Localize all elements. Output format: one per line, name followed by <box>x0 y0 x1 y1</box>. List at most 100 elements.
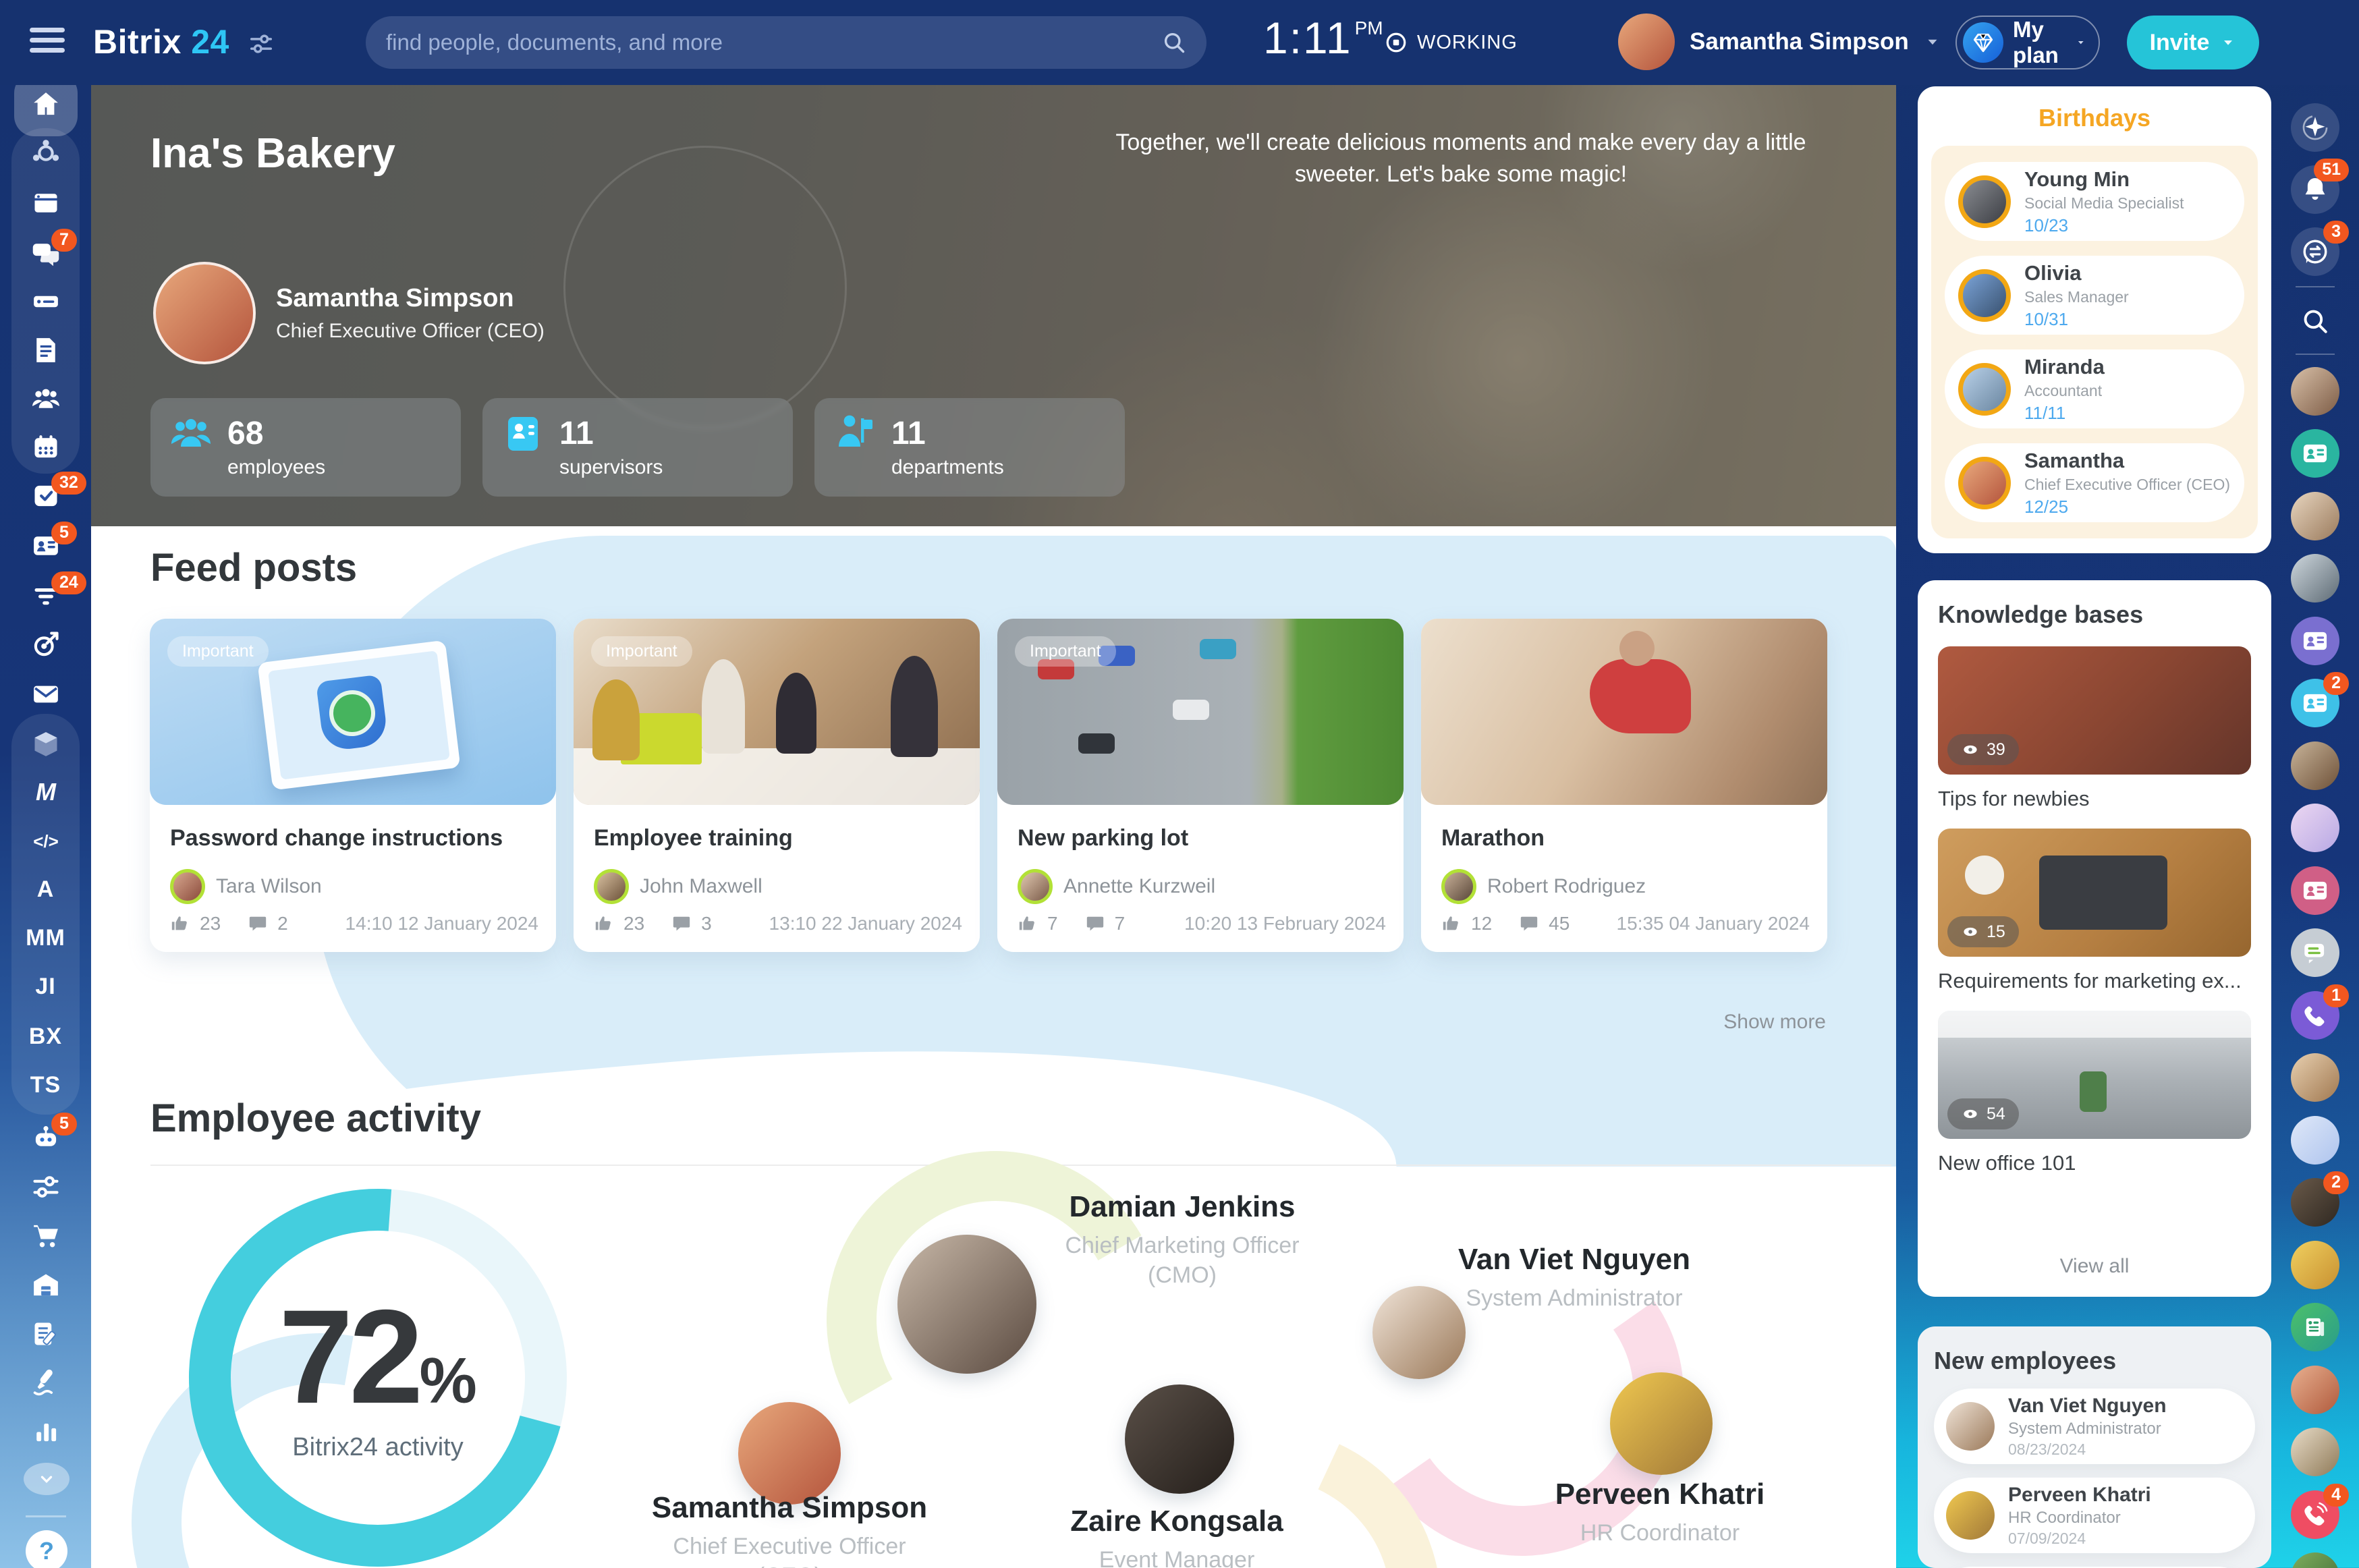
sidebar-item-drive[interactable] <box>31 287 61 316</box>
clock[interactable]: 1:11PM <box>1263 12 1383 63</box>
like-icon[interactable] <box>1018 914 1038 934</box>
sidebar-item-marketing-target[interactable] <box>31 629 61 659</box>
activity-person: Damian Jenkins Chief Marketing Officer(C… <box>939 1190 1425 1290</box>
sidebar-item-copilot[interactable]: 5 <box>31 1122 61 1152</box>
sidebar-item-developer[interactable]: </> <box>31 827 61 856</box>
recent-phone-icon[interactable]: 1 <box>2291 991 2339 1040</box>
like-icon[interactable] <box>1441 914 1462 934</box>
messenger-button[interactable]: 3 <box>2291 227 2339 276</box>
top-bar: Bitrix 24 1:11PM WORKING Samantha Simpso… <box>0 0 2359 85</box>
sidebar-item-shortcut-mm[interactable]: MM <box>0 925 91 951</box>
birthday-row[interactable]: OliviaSales Manager10/31 <box>1945 256 2244 335</box>
recent-avatar[interactable] <box>2291 741 2339 790</box>
recent-avatar[interactable] <box>2291 1552 2339 1568</box>
like-icon[interactable] <box>170 914 190 934</box>
like-icon[interactable] <box>594 914 614 934</box>
recent-avatar[interactable] <box>2291 1053 2339 1102</box>
sidebar-item-collab-hub[interactable] <box>31 138 61 168</box>
logo-settings-icon[interactable] <box>248 31 274 57</box>
sidebar-item-employees[interactable] <box>31 384 61 414</box>
sidebar-item-shortcut-ji[interactable]: JI <box>0 974 91 1000</box>
comment-icon[interactable] <box>671 914 692 934</box>
recent-contact-card-icon[interactable]: 2 <box>2291 679 2339 727</box>
sidebar-item-automation[interactable] <box>31 1172 61 1202</box>
recent-news-icon[interactable] <box>2291 1303 2339 1351</box>
rail-search-button[interactable] <box>2291 297 2339 345</box>
recent-illustration[interactable] <box>2291 1116 2339 1165</box>
show-more-link[interactable]: Show more <box>1723 1011 1826 1034</box>
recent-avatar[interactable] <box>2291 1241 2339 1289</box>
sidebar-item-tasks[interactable]: 32 <box>31 481 61 511</box>
stat-departments[interactable]: 11 departments <box>814 398 1125 497</box>
sidebar-more-chevron[interactable] <box>24 1463 70 1495</box>
recent-illustration[interactable] <box>2291 804 2339 852</box>
search-icon[interactable] <box>1162 30 1186 55</box>
knowledge-item[interactable]: 39 Tips for newbies <box>1938 646 2251 811</box>
sidebar-item-shortcut-bx[interactable]: BX <box>0 1024 91 1050</box>
user-menu[interactable]: Samantha Simpson <box>1618 13 1941 70</box>
invite-button[interactable]: Invite <box>2127 16 2259 69</box>
copilot-sparkle-button[interactable] <box>2291 103 2339 152</box>
sidebar-item-analytics[interactable] <box>31 1416 61 1446</box>
avatar[interactable] <box>738 1402 841 1505</box>
sidebar-item-shortcut-a[interactable]: A <box>0 876 91 903</box>
view-all-link[interactable]: View all <box>1918 1255 2271 1278</box>
sidebar-item-crm-contacts[interactable]: 5 <box>31 531 61 561</box>
sidebar-item-inventory[interactable] <box>31 729 61 759</box>
stop-record-icon <box>1385 31 1408 54</box>
sidebar-item-documents[interactable] <box>31 335 61 365</box>
knowledge-item[interactable]: 54 New office 101 <box>1938 1011 2251 1175</box>
birthday-row[interactable]: MirandaAccountant11/11 <box>1945 349 2244 428</box>
recent-avatar[interactable] <box>2291 1366 2339 1414</box>
sidebar-item-warehouse[interactable] <box>31 1270 61 1300</box>
feed-post-card[interactable]: Important Password change instructions T… <box>150 619 556 952</box>
sidebar-item-smart-documents[interactable] <box>31 1319 61 1349</box>
hamburger-menu-icon[interactable] <box>30 28 65 57</box>
recent-contact-card-icon[interactable] <box>2291 429 2339 478</box>
birthday-row[interactable]: SamanthaChief Executive Officer (CEO)12/… <box>1945 443 2244 522</box>
stat-supervisors[interactable]: 11 supervisors <box>482 398 793 497</box>
recent-team-chat[interactable]: 2 <box>2291 1178 2339 1227</box>
stat-employees[interactable]: 68 employees <box>150 398 461 497</box>
avatar[interactable] <box>1610 1372 1713 1475</box>
avatar <box>594 869 629 904</box>
recent-avatar[interactable] <box>2291 367 2339 416</box>
new-employee-row[interactable]: Perveen KhatriHR Coordinator07/09/2024 <box>1934 1478 2255 1553</box>
comment-icon[interactable] <box>1519 914 1539 934</box>
sidebar-item-sites[interactable] <box>31 188 61 218</box>
knowledge-title: Knowledge bases <box>1938 600 2251 629</box>
my-plan-button[interactable]: My plan <box>1955 16 2100 69</box>
sidebar-item-mail[interactable] <box>31 679 61 709</box>
feed-post-card[interactable]: Important Employee training John Maxwell… <box>574 619 980 952</box>
birthday-row[interactable]: Young MinSocial Media Specialist10/23 <box>1945 162 2244 241</box>
feed-post-card[interactable]: Marathon Robert Rodriguez 12 45 15:35 04… <box>1421 619 1827 952</box>
recent-avatar[interactable] <box>2291 554 2339 603</box>
sidebar-item-calendar[interactable] <box>31 432 61 462</box>
ceo-profile[interactable]: Samantha Simpson Chief Executive Officer… <box>153 262 545 364</box>
feed-post-card[interactable]: Important New parking lot Annette Kurzwe… <box>997 619 1404 952</box>
sidebar-item-shortcut-ts[interactable]: TS <box>0 1072 91 1098</box>
recent-phone-icon[interactable]: 4 <box>2291 1490 2339 1539</box>
notifications-badge: 51 <box>2314 159 2349 181</box>
sidebar-item-online-store[interactable] <box>31 1221 61 1250</box>
comment-icon[interactable] <box>248 914 268 934</box>
sidebar-item-home[interactable] <box>31 90 61 119</box>
app-logo[interactable]: Bitrix 24 <box>93 22 229 61</box>
recent-contact-card-icon[interactable] <box>2291 866 2339 915</box>
sidebar-item-crm-funnel[interactable]: 24 <box>31 581 61 611</box>
sidebar-item-monday-app[interactable]: M <box>31 778 61 808</box>
sidebar-help-button[interactable]: ? <box>26 1530 67 1568</box>
knowledge-item[interactable]: 15 Requirements for marketing ex... <box>1938 829 2251 993</box>
recent-avatar[interactable] <box>2291 492 2339 540</box>
recent-avatar[interactable] <box>2291 1428 2339 1476</box>
sidebar-item-esignature[interactable] <box>31 1368 61 1397</box>
search-input[interactable] <box>386 30 1162 55</box>
new-employee-row[interactable]: Van Viet NguyenSystem Administrator08/23… <box>1934 1389 2255 1464</box>
comment-icon[interactable] <box>1085 914 1105 934</box>
recent-contact-card-icon[interactable] <box>2291 617 2339 665</box>
notifications-button[interactable]: 51 <box>2291 165 2339 214</box>
avatar[interactable] <box>1125 1384 1234 1494</box>
working-status[interactable]: WORKING <box>1385 31 1518 54</box>
sidebar-item-messenger[interactable]: 7 <box>31 238 61 268</box>
recent-chat-icon[interactable] <box>2291 928 2339 977</box>
